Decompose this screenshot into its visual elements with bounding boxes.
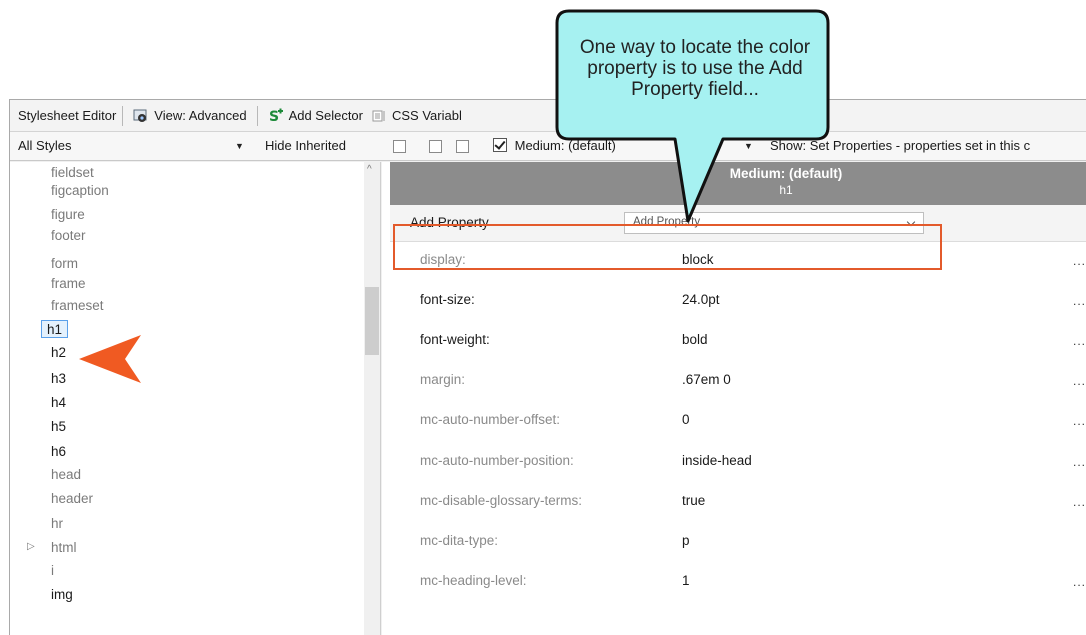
more-options-button[interactable]: ... xyxy=(1073,374,1086,388)
callout-text: One way to locate the color property is … xyxy=(579,37,811,100)
property-name: mc-heading-level: xyxy=(420,573,527,588)
selector-tree: fieldset figcaption figure footer form frame f… xyxy=(10,162,381,635)
property-value[interactable]: 24.0pt xyxy=(682,292,720,307)
tree-item-i[interactable]: i xyxy=(48,562,57,580)
add-selector-label: Add Selector xyxy=(288,108,363,123)
property-row[interactable]: mc-heading-level: 1... xyxy=(390,563,1086,603)
view-mode-button[interactable]: View: Advanced xyxy=(129,108,250,124)
toolbar-separator xyxy=(122,105,124,126)
tree-item-frame[interactable]: frame xyxy=(48,275,89,293)
view-mode-label: View: Advanced xyxy=(154,108,247,123)
property-name: mc-auto-number-offset: xyxy=(420,412,561,427)
property-row[interactable]: font-size: 24.0pt... xyxy=(390,282,1086,322)
chevron-down-icon xyxy=(906,217,916,227)
more-options-button[interactable]: ... xyxy=(1073,455,1086,469)
tree-item-h4[interactable]: h4 xyxy=(48,394,69,412)
more-options-button[interactable]: ... xyxy=(1073,575,1086,589)
add-property-label: Add Property xyxy=(410,215,489,230)
tree-item-h6[interactable]: h6 xyxy=(48,443,69,461)
tree-item-figure[interactable]: figure xyxy=(48,206,88,224)
tree-item-hr[interactable]: hr xyxy=(48,515,66,533)
property-name: margin: xyxy=(420,372,466,387)
property-name: display: xyxy=(420,252,466,267)
css-variables-button[interactable]: CSS Variabl xyxy=(367,108,466,124)
tree-item-footer[interactable]: footer xyxy=(48,227,89,245)
toolbar-separator xyxy=(256,105,258,126)
property-value[interactable]: block xyxy=(682,252,714,267)
filter-bar: All Styles ▼ Hide Inherited Medium: (def… xyxy=(10,132,1086,161)
property-name: mc-dita-type: xyxy=(420,533,499,548)
tree-item-h5[interactable]: h5 xyxy=(48,418,69,436)
property-value[interactable]: 0 xyxy=(682,412,690,427)
eye-view-icon xyxy=(133,108,149,124)
more-options-button[interactable]: ... xyxy=(1073,334,1086,348)
tree-item-form[interactable]: form xyxy=(48,255,81,273)
css-variables-icon xyxy=(371,108,387,124)
property-row[interactable]: margin: .67em 0... xyxy=(390,362,1086,402)
property-name: font-weight: xyxy=(420,332,490,347)
property-row[interactable]: mc-dita-type: p xyxy=(390,523,1086,563)
dropdown-arrow-icon[interactable]: ▼ xyxy=(235,141,244,151)
more-options-button[interactable]: ... xyxy=(1073,414,1086,428)
add-selector-button[interactable]: S Add Selector xyxy=(264,108,367,125)
expand-arrow-icon[interactable]: ▷ xyxy=(27,541,35,552)
tree-item-header[interactable]: header xyxy=(48,490,96,508)
property-value[interactable]: inside-head xyxy=(682,453,752,468)
property-value[interactable]: 1 xyxy=(682,573,690,588)
more-options-button[interactable]: ... xyxy=(1073,495,1086,509)
copy-icon[interactable] xyxy=(429,140,442,153)
property-row[interactable]: display: block... xyxy=(390,242,1086,282)
property-row[interactable]: mc-disable-glossary-terms: true... xyxy=(390,483,1086,523)
tree-item-fieldset[interactable]: fieldset xyxy=(48,164,97,182)
svg-text:S: S xyxy=(269,109,279,124)
scrollbar-thumb[interactable] xyxy=(365,287,379,355)
stylesheet-editor-window: Stylesheet Editor View: Advanced S Add S… xyxy=(9,99,1086,635)
property-row[interactable]: mc-auto-number-position: inside-head... xyxy=(390,443,1086,483)
tree-item-h1[interactable]: h1 xyxy=(41,320,69,338)
editor-title: Stylesheet Editor xyxy=(18,108,117,123)
checkbox-checked-icon xyxy=(493,138,507,152)
hide-inherited-button[interactable]: Hide Inherited xyxy=(265,138,346,153)
property-row[interactable]: font-weight: bold... xyxy=(390,322,1086,362)
more-options-button[interactable]: ... xyxy=(1073,294,1086,308)
tree-scrollbar[interactable]: ^ xyxy=(364,162,380,635)
tree-item-head[interactable]: head xyxy=(48,466,84,484)
tree-item-h2[interactable]: h2 xyxy=(48,344,69,362)
property-value[interactable]: true xyxy=(682,493,705,508)
property-value[interactable]: p xyxy=(682,533,690,548)
tree-item-frameset[interactable]: frameset xyxy=(48,297,107,315)
css-variables-label: CSS Variabl xyxy=(392,108,462,123)
property-grid: Medium: (default) h1 Add Property Add Pr… xyxy=(382,162,1086,635)
tree-item-h3[interactable]: h3 xyxy=(48,370,69,388)
styles-filter-select[interactable]: All Styles xyxy=(18,138,71,153)
chevron-up-icon[interactable]: ^ xyxy=(367,164,372,175)
property-name: mc-auto-number-position: xyxy=(420,453,574,468)
styles-filter-value: All Styles xyxy=(18,138,72,153)
property-value[interactable]: .67em 0 xyxy=(682,372,731,387)
more-options-button[interactable]: ... xyxy=(1073,254,1086,268)
toolbar: Stylesheet Editor View: Advanced S Add S… xyxy=(10,100,1086,132)
property-row[interactable]: mc-auto-number-offset: 0... xyxy=(390,402,1086,442)
add-icon[interactable] xyxy=(456,140,469,153)
add-selector-icon: S xyxy=(268,108,284,125)
property-name: font-size: xyxy=(420,292,475,307)
tree-item-html[interactable]: html xyxy=(48,539,80,557)
compare-icon[interactable] xyxy=(393,140,406,153)
tree-item-img[interactable]: img xyxy=(48,586,76,604)
tree-item-figcaption[interactable]: figcaption xyxy=(48,182,112,200)
pointer-arrow-icon xyxy=(79,335,141,383)
property-name: mc-disable-glossary-terms: xyxy=(420,493,583,508)
property-value[interactable]: bold xyxy=(682,332,708,347)
